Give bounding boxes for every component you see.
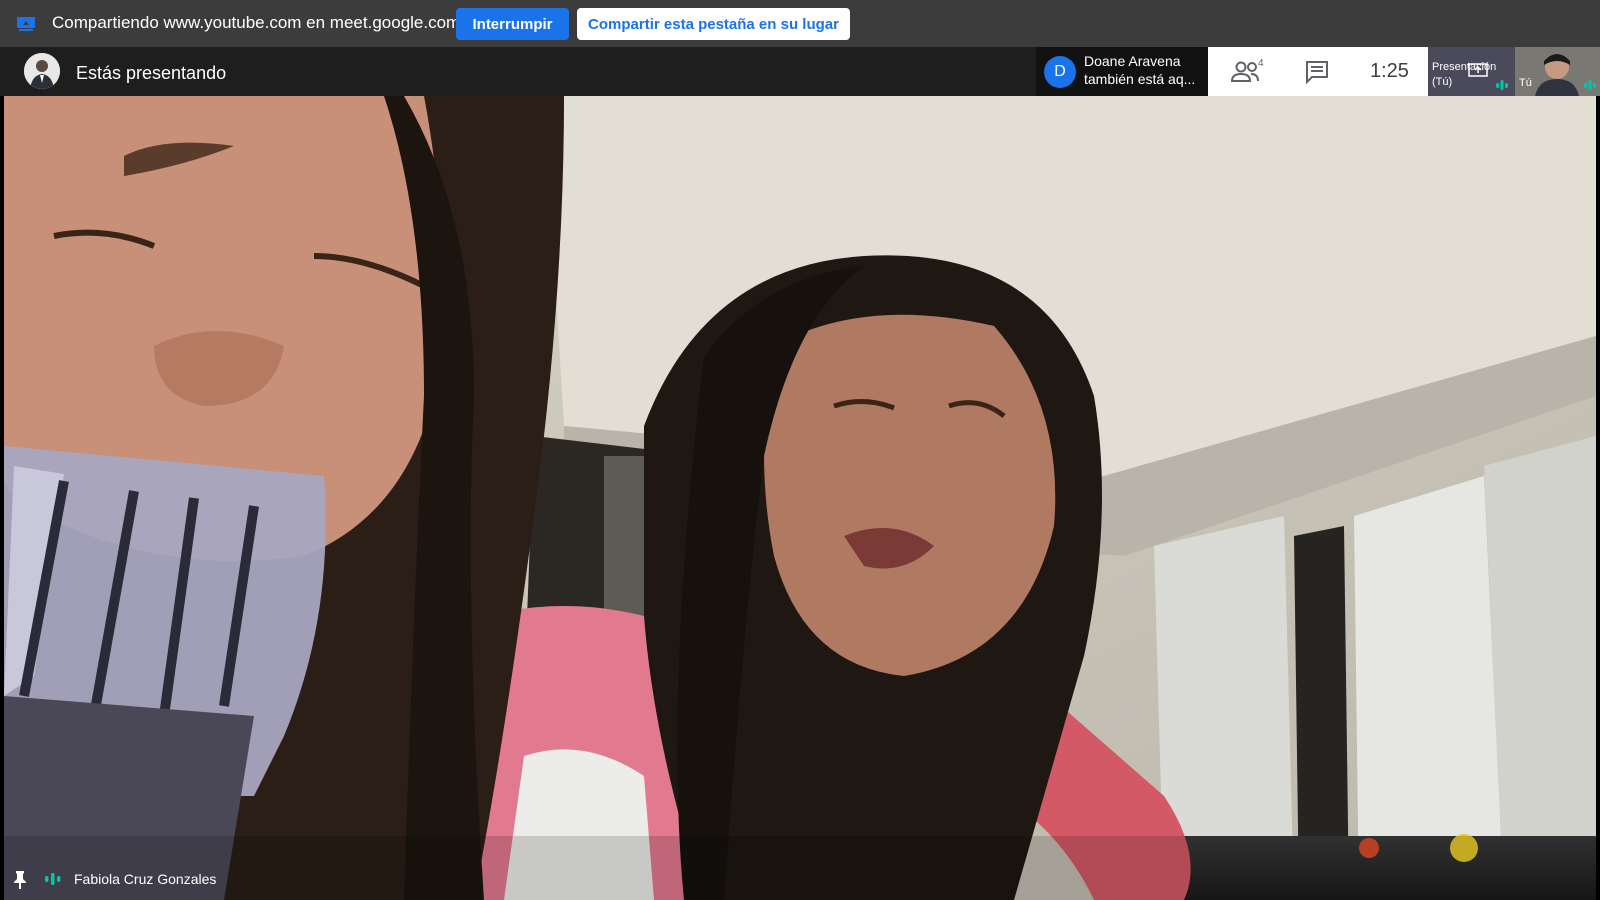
notification-name: Doane Aravena <box>1084 53 1181 69</box>
meeting-controls: 4 1:25 <box>1208 47 1428 96</box>
people-count: 4 <box>1258 58 1264 69</box>
screen-share-icon <box>17 17 35 31</box>
participant-avatar: D <box>1044 56 1076 88</box>
share-this-tab-button[interactable]: Compartir esta pestaña en su lugar <box>577 8 850 40</box>
audio-indicator-icon <box>45 873 61 885</box>
presentation-label-line2: (Tú) <box>1432 76 1453 88</box>
self-view-thumbnail[interactable]: Tú <box>1515 47 1600 96</box>
present-screen-icon <box>1468 63 1488 77</box>
video-content <box>4 96 1596 900</box>
audio-indicator-icon <box>1584 80 1596 90</box>
audio-indicator-icon <box>1496 80 1508 90</box>
presenter-avatar <box>24 53 60 89</box>
meet-header: Estás presentando D Doane Aravena tambié… <box>0 47 1600 96</box>
pin-icon[interactable] <box>12 870 28 890</box>
sharing-status-text: Compartiendo www.youtube.com en meet.goo… <box>52 13 461 32</box>
stop-sharing-button[interactable]: Interrumpir <box>456 8 569 40</box>
shared-video-frame <box>4 96 1596 900</box>
presentation-thumbnail[interactable]: Presentación (Tú) <box>1428 47 1515 96</box>
self-view-label: Tú <box>1519 77 1532 89</box>
participant-name-label: Fabiola Cruz Gonzales <box>74 871 217 887</box>
sharing-bar: Compartiendo www.youtube.com en meet.goo… <box>0 0 1600 47</box>
notification-message: también está aq... <box>1084 71 1196 87</box>
chat-icon[interactable] <box>1304 59 1330 85</box>
presenting-status-text: Estás presentando <box>76 63 227 83</box>
meeting-timer: 1:25 <box>1370 60 1409 82</box>
join-notification[interactable]: D Doane Aravena también está aq... <box>1036 47 1208 96</box>
